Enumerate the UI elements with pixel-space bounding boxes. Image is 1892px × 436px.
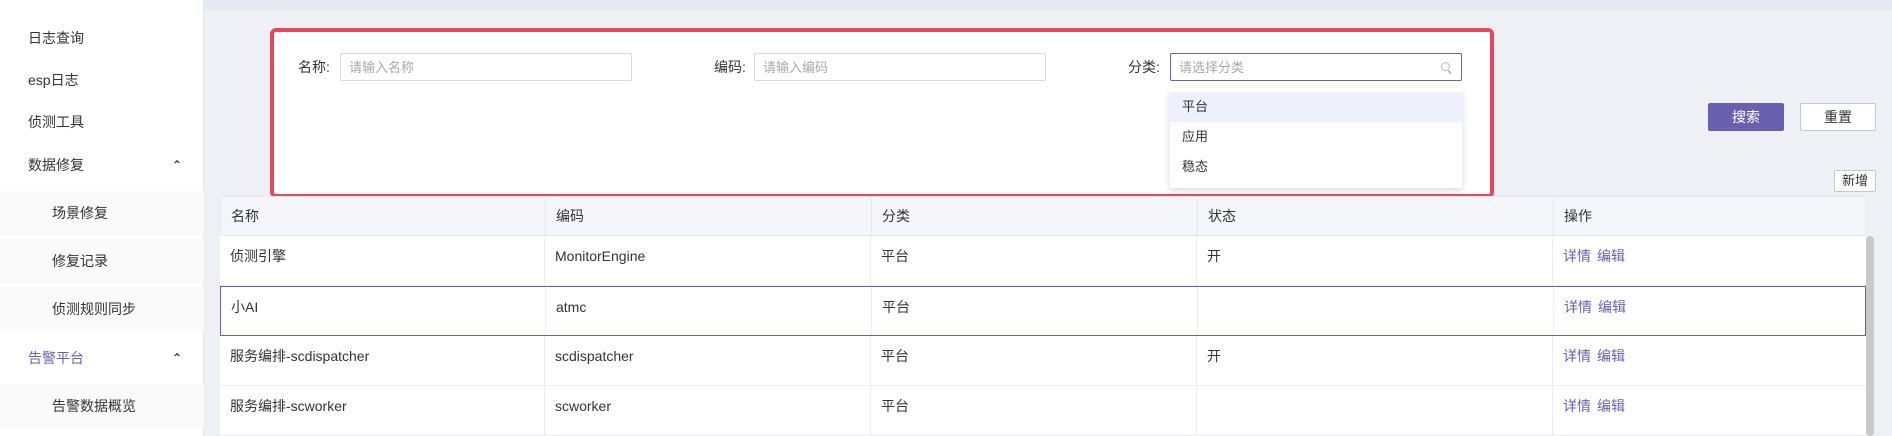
chevron-up-icon: ⌃ bbox=[171, 351, 182, 365]
detail-link[interactable]: 详情 bbox=[1564, 299, 1592, 315]
cell-name: 小AI bbox=[221, 287, 546, 335]
sidebar-item-log-query[interactable]: 日志查询 bbox=[0, 16, 204, 60]
edit-link[interactable]: 编辑 bbox=[1597, 248, 1625, 264]
category-label: 分类: bbox=[1128, 59, 1160, 75]
cell-code: MonitorEngine bbox=[545, 236, 871, 285]
cell-name: 侦测引擎 bbox=[220, 236, 545, 285]
sidebar-item-rule-sync[interactable]: 侦测规则同步 bbox=[0, 287, 204, 331]
sidebar-item-label: 告警平台 bbox=[28, 350, 84, 366]
sidebar-item-data-repair[interactable]: 数据修复 ⌃ bbox=[0, 143, 204, 187]
sidebar-item-label: 数据修复 bbox=[28, 157, 84, 173]
sidebar-item-alert-overview[interactable]: 告警数据概览 bbox=[0, 384, 204, 428]
cell-category: 平台 bbox=[871, 336, 1197, 385]
category-option-steady[interactable]: 稳态 bbox=[1170, 152, 1462, 182]
sidebar-item-esp-log[interactable]: esp日志 bbox=[0, 58, 204, 102]
table-row: 服务编排-scdispatcher scdispatcher 平台 开 详情 编辑 bbox=[220, 336, 1866, 386]
search-button[interactable]: 搜索 bbox=[1708, 103, 1784, 131]
code-label: 编码: bbox=[714, 59, 746, 75]
search-icon bbox=[1441, 62, 1453, 74]
cell-status bbox=[1197, 386, 1553, 435]
cell-name: 服务编排-scworker bbox=[220, 386, 545, 435]
cell-category: 平台 bbox=[872, 287, 1198, 335]
detail-link[interactable]: 详情 bbox=[1563, 348, 1591, 364]
cell-status bbox=[1198, 287, 1554, 335]
scrollbar-thumb[interactable] bbox=[1866, 236, 1874, 436]
category-dropdown: 平台 应用 稳态 bbox=[1170, 88, 1462, 188]
cell-actions: 详情 编辑 bbox=[1554, 287, 1865, 335]
category-option-platform[interactable]: 平台 bbox=[1170, 92, 1462, 122]
column-header-status: 状态 bbox=[1198, 197, 1554, 235]
edit-link[interactable]: 编辑 bbox=[1597, 398, 1625, 414]
detail-link[interactable]: 详情 bbox=[1563, 248, 1591, 264]
table-row: 服务编排-scworker scworker 平台 详情 编辑 bbox=[220, 386, 1866, 436]
detail-link[interactable]: 详情 bbox=[1563, 398, 1591, 414]
name-input[interactable] bbox=[340, 53, 632, 81]
table-header: 名称 编码 分类 状态 操作 bbox=[220, 196, 1866, 236]
column-header-category: 分类 bbox=[872, 197, 1198, 235]
cell-actions: 详情 编辑 bbox=[1553, 336, 1864, 385]
category-select[interactable] bbox=[1170, 53, 1462, 81]
table-row: 小AI atmc 平台 详情 编辑 bbox=[220, 286, 1866, 336]
cell-category: 平台 bbox=[871, 236, 1197, 285]
name-label: 名称: bbox=[298, 59, 330, 75]
edit-link[interactable]: 编辑 bbox=[1597, 348, 1625, 364]
column-header-actions: 操作 bbox=[1564, 208, 1592, 224]
cell-actions: 详情 编辑 bbox=[1553, 236, 1864, 285]
chevron-up-icon: ⌃ bbox=[171, 158, 182, 172]
cell-status: 开 bbox=[1197, 336, 1553, 385]
sidebar-item-detect-tools[interactable]: 侦测工具 bbox=[0, 100, 204, 144]
cell-code: scworker bbox=[545, 386, 871, 435]
sidebar-item-alert-platform[interactable]: 告警平台 ⌃ bbox=[0, 336, 204, 380]
category-option-application[interactable]: 应用 bbox=[1170, 122, 1462, 152]
top-strip bbox=[204, 0, 1892, 10]
sidebar: 日志查询 esp日志 侦测工具 数据修复 ⌃ 场景修复 修复记录 侦测规则同步 … bbox=[0, 0, 204, 436]
cell-actions: 详情 编辑 bbox=[1553, 386, 1864, 435]
table-row: 侦测引擎 MonitorEngine 平台 开 详情 编辑 bbox=[220, 236, 1866, 286]
add-button[interactable]: 新增 bbox=[1834, 170, 1876, 192]
sidebar-item-repair-records[interactable]: 修复记录 bbox=[0, 239, 204, 283]
cell-code: scdispatcher bbox=[545, 336, 871, 385]
reset-button[interactable]: 重置 bbox=[1800, 103, 1876, 131]
column-header-name: 名称 bbox=[221, 197, 546, 235]
edit-link[interactable]: 编辑 bbox=[1598, 299, 1626, 315]
cell-name: 服务编排-scdispatcher bbox=[220, 336, 545, 385]
cell-code: atmc bbox=[546, 287, 872, 335]
cell-category: 平台 bbox=[871, 386, 1197, 435]
cell-status: 开 bbox=[1197, 236, 1553, 285]
sidebar-item-scene-repair[interactable]: 场景修复 bbox=[0, 191, 204, 235]
code-input[interactable] bbox=[754, 53, 1046, 81]
column-header-code: 编码 bbox=[546, 197, 872, 235]
